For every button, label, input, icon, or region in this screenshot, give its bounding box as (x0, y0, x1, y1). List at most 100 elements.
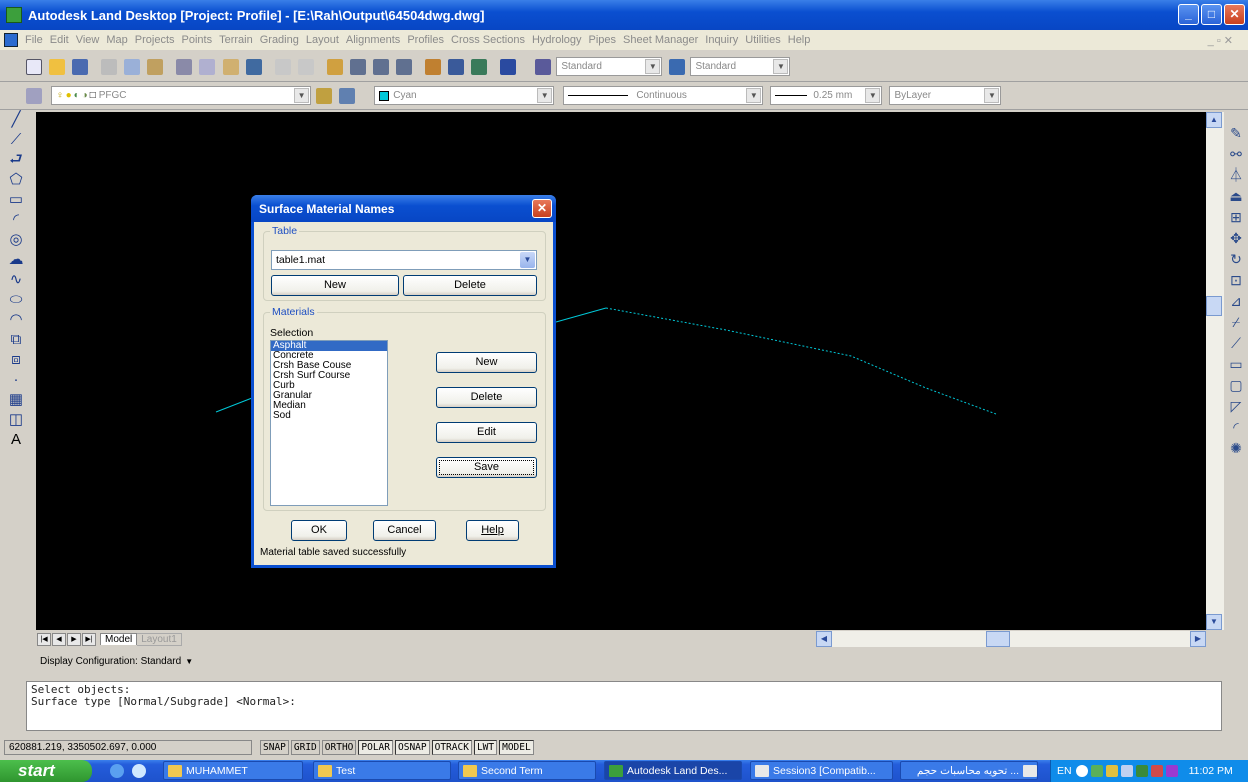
save-icon[interactable] (72, 58, 89, 75)
array-icon[interactable]: ⊞ (1227, 208, 1245, 226)
mtext-icon[interactable]: A (7, 431, 25, 449)
menu-projects[interactable]: Projects (135, 34, 175, 46)
mirror-icon[interactable]: ⏃ (1227, 166, 1245, 184)
menu-grading[interactable]: Grading (260, 34, 299, 46)
trim-icon[interactable]: ⌿ (1227, 313, 1245, 331)
tray-misc-icon[interactable] (1165, 765, 1178, 777)
coordinate-display[interactable]: 620881.219, 3350502.697, 0.000 (4, 739, 252, 755)
menu-utilities[interactable]: Utilities (745, 34, 780, 46)
menu-inquiry[interactable]: Inquiry (705, 34, 738, 46)
make-current-icon[interactable] (316, 87, 333, 104)
matchprop-icon[interactable] (245, 58, 262, 75)
language-indicator[interactable]: EN (1057, 765, 1072, 777)
cut-icon[interactable] (176, 58, 193, 75)
menu-file[interactable]: File (25, 34, 43, 46)
layer-previous-icon[interactable] (339, 87, 356, 104)
preview-icon[interactable] (124, 58, 141, 75)
task-session3[interactable]: Session3 [Compatib... (750, 761, 893, 780)
tray-arrow-icon[interactable] (1075, 765, 1088, 777)
ok-button[interactable]: OK (291, 520, 347, 541)
rectangle-icon[interactable]: ▭ (7, 191, 25, 209)
ellipse-icon[interactable]: ⬭ (7, 291, 25, 309)
material-save-button[interactable]: Save (436, 457, 537, 478)
tab-layout1[interactable]: Layout1 (137, 632, 182, 646)
scroll-thumb[interactable] (1206, 296, 1222, 316)
drawing-canvas[interactable] (36, 112, 1206, 630)
menu-hydrology[interactable]: Hydrology (532, 34, 582, 46)
ie-icon[interactable] (110, 764, 124, 778)
document-icon[interactable] (4, 33, 18, 47)
cancel-button[interactable]: Cancel (373, 520, 436, 541)
tray-antivirus-icon[interactable] (1150, 765, 1163, 777)
menu-terrain[interactable]: Terrain (219, 34, 253, 46)
menu-view[interactable]: View (76, 34, 100, 46)
toolpalettes-icon[interactable] (471, 58, 488, 75)
table-delete-button[interactable]: Delete (403, 275, 537, 296)
dim-style-dropdown[interactable]: Standard ▼ (690, 57, 791, 76)
tray-app-icon[interactable] (1090, 765, 1103, 777)
break-icon[interactable]: ▭ (1227, 355, 1245, 373)
start-button[interactable]: start (0, 760, 92, 782)
task-autodesk[interactable]: Autodesk Land Des... (604, 761, 742, 780)
task-muhammet[interactable]: MUHAMMET (163, 761, 303, 780)
dialog-close-button[interactable]: ✕ (532, 199, 552, 218)
otrack-toggle[interactable]: OTRACK (431, 739, 472, 755)
new-icon[interactable] (26, 58, 42, 75)
layer-dropdown[interactable]: ♀ ● ◐ ◑ □ PFGC ▼ (51, 86, 312, 105)
paste-icon[interactable] (222, 58, 239, 75)
display-configuration[interactable]: Display Configuration: Standard (40, 656, 181, 667)
tab-model[interactable]: Model (100, 633, 138, 645)
erase-icon[interactable]: ✎ (1227, 124, 1245, 142)
menu-help[interactable]: Help (788, 34, 811, 46)
snap-toggle[interactable]: SNAP (260, 739, 289, 755)
zoom-realtime-icon[interactable] (349, 58, 366, 75)
revcloud-icon[interactable]: ☁ (7, 251, 25, 269)
next-tab-button[interactable]: ▶ (67, 632, 81, 646)
offset-icon[interactable]: ⏏ (1227, 187, 1245, 205)
linetype-dropdown[interactable]: Continuous ▼ (563, 86, 764, 105)
materials-listbox[interactable]: Asphalt Concrete Crsh Base Couse Crsh Su… (270, 340, 388, 506)
lineweight-dropdown[interactable]: 0.25 mm ▼ (770, 86, 883, 105)
table-new-button[interactable]: New (271, 275, 399, 296)
hatch-icon[interactable]: ▦ (7, 391, 25, 409)
window-titlebar[interactable]: Autodesk Land Desktop [Project: Profile]… (0, 0, 1248, 30)
copy-icon[interactable] (199, 58, 216, 75)
text-style-dropdown[interactable]: Standard ▼ (556, 57, 663, 76)
minimize-button[interactable]: _ (1178, 4, 1199, 25)
stretch-icon[interactable]: ⊿ (1227, 292, 1245, 310)
last-tab-button[interactable]: ▶| (82, 632, 96, 646)
model-toggle[interactable]: MODEL (499, 739, 534, 755)
polygon-icon[interactable]: ⬠ (7, 171, 25, 189)
menu-points[interactable]: Points (182, 34, 213, 46)
region-icon[interactable]: ◫ (7, 411, 25, 429)
explode-icon[interactable]: ✺ (1227, 439, 1245, 457)
help-icon[interactable] (500, 58, 517, 75)
rotate-icon[interactable]: ↻ (1227, 250, 1245, 268)
command-line[interactable]: Select objects: Surface type [Normal/Sub… (26, 681, 1222, 731)
plot-icon[interactable] (101, 58, 118, 75)
lwt-toggle[interactable]: LWT (473, 739, 498, 755)
layer-manager-icon[interactable] (26, 87, 42, 104)
osnap-toggle[interactable]: OSNAP (395, 739, 430, 755)
ellipse-arc-icon[interactable]: ◠ (7, 311, 25, 329)
task-arabic-doc[interactable]: ... تحويه محاسبات حجم (900, 761, 1038, 780)
point-icon[interactable]: · (7, 371, 25, 389)
designcenter-icon[interactable] (448, 58, 465, 75)
redo-icon[interactable] (297, 58, 314, 75)
publish-icon[interactable] (147, 58, 164, 75)
extend-icon[interactable]: ⟋ (1227, 334, 1245, 352)
chevron-down-icon[interactable]: ▼ (185, 657, 193, 666)
zoom-window-icon[interactable] (372, 58, 389, 75)
copy-object-icon[interactable]: ⚯ (1227, 145, 1245, 163)
polar-toggle[interactable]: POLAR (358, 739, 393, 755)
zoom-previous-icon[interactable] (395, 58, 412, 75)
construction-line-icon[interactable]: ⟋ (7, 131, 25, 149)
move-icon[interactable]: ✥ (1227, 229, 1245, 247)
close-button[interactable]: ✕ (1224, 4, 1245, 25)
menu-map[interactable]: Map (106, 34, 127, 46)
undo-icon[interactable] (274, 58, 291, 75)
polyline-icon[interactable]: ⮐ (7, 151, 25, 169)
menu-edit[interactable]: Edit (50, 34, 69, 46)
hscroll-thumb[interactable] (986, 631, 1010, 647)
menu-alignments[interactable]: Alignments (346, 34, 400, 46)
